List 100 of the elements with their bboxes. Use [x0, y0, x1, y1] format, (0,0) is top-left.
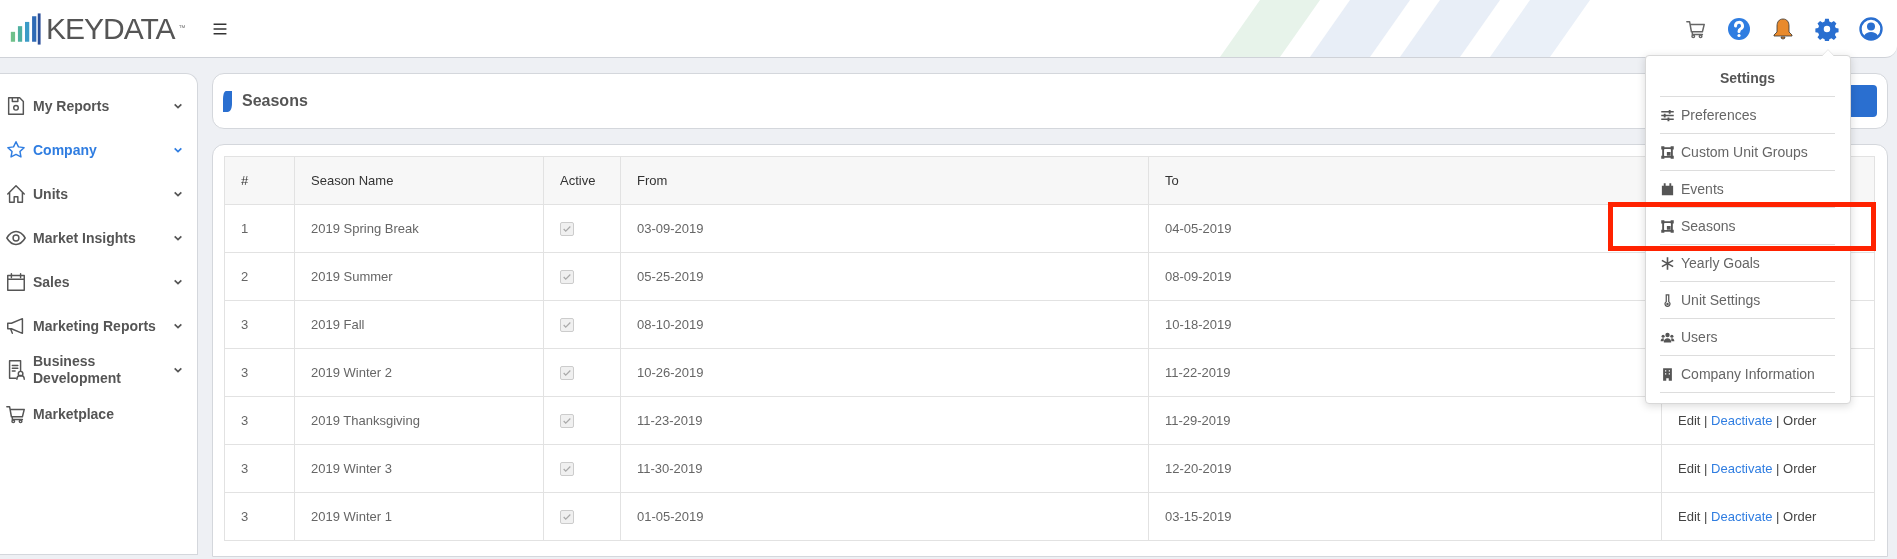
check-icon: [562, 319, 572, 330]
check-icon: [562, 223, 572, 234]
separator: |: [1704, 413, 1708, 428]
action-link[interactable]: Edit: [1678, 413, 1701, 428]
star-icon: [5, 139, 27, 161]
check-icon: [562, 463, 572, 474]
cart-icon: [5, 403, 27, 425]
table-cell: 2019 Winter 2: [294, 348, 544, 397]
save-icon: [5, 95, 27, 117]
sidebar-item[interactable]: Business Development: [0, 348, 197, 392]
sidebar-label: Marketing Reports: [33, 317, 157, 335]
separator: |: [1704, 509, 1708, 524]
sidebar-label: Business Development: [33, 353, 122, 387]
sidebar-item[interactable]: Sales: [0, 260, 197, 304]
table-cell: 12-20-2019: [1148, 444, 1662, 493]
settings-icon[interactable]: [1815, 16, 1839, 41]
logo-bars-icon: [8, 11, 42, 46]
sidebar-label: Sales: [33, 273, 71, 291]
sidebar-item[interactable]: My Reports: [0, 84, 197, 128]
check-icon: [562, 367, 572, 378]
menu-item[interactable]: Events: [1660, 171, 1835, 208]
table-cell: 3: [224, 492, 295, 541]
user-avatar-icon[interactable]: [1859, 16, 1883, 41]
check-icon: [562, 415, 572, 426]
action-link[interactable]: Order: [1783, 413, 1817, 428]
sidebar-label: Company: [33, 141, 98, 159]
table-cell: 03-15-2019: [1148, 492, 1662, 541]
sidebar-item[interactable]: Company: [0, 128, 197, 172]
sidebar-label: Marketplace: [33, 405, 115, 423]
column-header: #: [224, 156, 295, 205]
table-cell: 08-10-2019: [620, 300, 1149, 349]
menu-button[interactable]: [211, 21, 228, 36]
separator: |: [1704, 461, 1708, 476]
table-cell: 03-09-2019: [620, 204, 1149, 253]
sidebar-item[interactable]: Market Insights: [0, 216, 197, 260]
sidebar-item[interactable]: Marketplace: [0, 392, 197, 436]
menu-item[interactable]: Yearly Goals: [1660, 245, 1835, 282]
check-icon: [562, 271, 572, 282]
table-cell: 2019 Thanksgiving: [294, 396, 544, 445]
table-cell: 3: [224, 300, 295, 349]
action-link[interactable]: Order: [1783, 509, 1817, 524]
bell-icon[interactable]: [1771, 15, 1795, 42]
sidebar-item[interactable]: Marketing Reports: [0, 304, 197, 348]
checkbox[interactable]: [560, 365, 574, 380]
frame-icon: [1660, 218, 1675, 234]
checkbox[interactable]: [560, 317, 574, 332]
table-cell: 3: [224, 396, 295, 445]
house-icon: [5, 183, 27, 205]
menu-item[interactable]: Unit Settings: [1660, 282, 1835, 319]
sidebar-item[interactable]: Units: [0, 172, 197, 216]
sidebar-label: Units: [33, 185, 69, 203]
menu-title: Settings: [1660, 56, 1835, 97]
checkbox[interactable]: [560, 221, 574, 236]
page-title: Seasons: [242, 92, 308, 110]
calendar-icon: [1660, 181, 1675, 197]
table-cell: 2019 Summer: [294, 252, 544, 301]
table-cell: 1: [224, 204, 295, 253]
table-cell: 2019 Winter 1: [294, 492, 544, 541]
table-cell: 2019 Winter 3: [294, 444, 544, 493]
table-cell: 05-25-2019: [620, 252, 1149, 301]
table-cell: 11-30-2019: [620, 444, 1149, 493]
building-icon: [1660, 366, 1675, 382]
separator: |: [1776, 461, 1780, 476]
deactivate-link[interactable]: Deactivate: [1711, 461, 1773, 476]
title-accent-icon: [223, 90, 232, 112]
menu-item[interactable]: Users: [1660, 319, 1835, 356]
checkbox[interactable]: [560, 269, 574, 284]
column-header: From: [620, 156, 1149, 205]
column-header: Season Name: [294, 156, 544, 205]
deactivate-link[interactable]: Deactivate: [1711, 413, 1773, 428]
table-cell: 3: [224, 348, 295, 397]
separator: |: [1776, 509, 1780, 524]
separator: |: [1776, 413, 1780, 428]
table-cell: 3: [224, 444, 295, 493]
column-header: Active: [543, 156, 621, 205]
action-link[interactable]: Edit: [1678, 461, 1701, 476]
action-link[interactable]: Edit: [1678, 509, 1701, 524]
check-icon: [562, 511, 572, 522]
sidebar-label: Market Insights: [33, 229, 137, 247]
checkbox[interactable]: [560, 413, 574, 428]
logo-text: KEYDATA: [46, 11, 175, 46]
table-cell: 2: [224, 252, 295, 301]
table-cell: 11-23-2019: [620, 396, 1149, 445]
table-cell: 2019 Fall: [294, 300, 544, 349]
menu-item[interactable]: Custom Unit Groups: [1660, 134, 1835, 171]
deactivate-link[interactable]: Deactivate: [1711, 509, 1773, 524]
sliders-icon: [1660, 107, 1675, 123]
snowflake-icon: [1660, 255, 1675, 271]
checkbox[interactable]: [560, 461, 574, 476]
table-cell: 01-05-2019: [620, 492, 1149, 541]
menu-item[interactable]: Preferences: [1660, 97, 1835, 134]
sidebar-label: My Reports: [33, 97, 111, 115]
table-cell: 2019 Spring Break: [294, 204, 544, 253]
table-cell: 10-26-2019: [620, 348, 1149, 397]
action-link[interactable]: Order: [1783, 461, 1817, 476]
menu-icon: [211, 21, 228, 36]
calendar-icon: [5, 271, 27, 293]
checkbox[interactable]: [560, 509, 574, 524]
help-icon[interactable]: [1727, 16, 1751, 41]
frame-icon: [1660, 144, 1675, 160]
